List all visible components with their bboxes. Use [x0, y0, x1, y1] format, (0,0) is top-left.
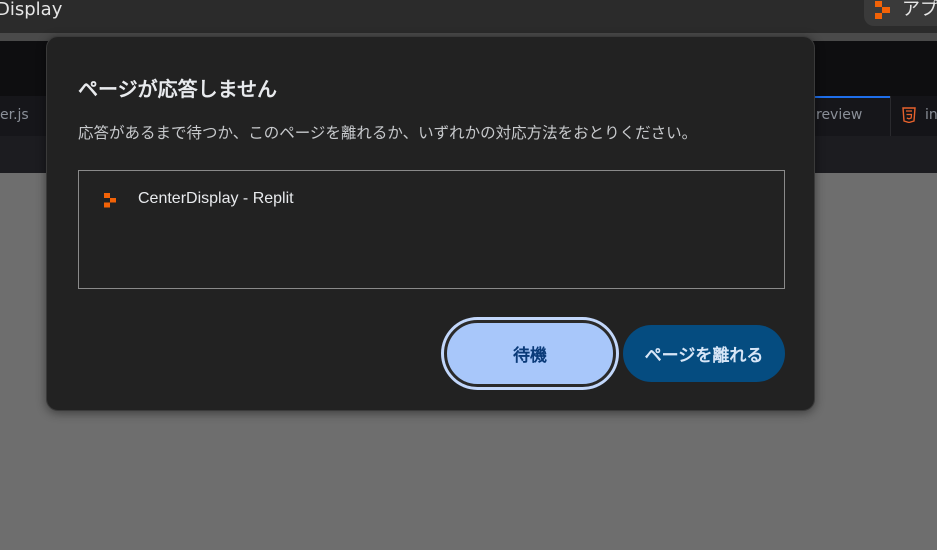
- unresponsive-page-list: CenterDisplay - Replit: [78, 170, 785, 289]
- active-tab-indicator: [810, 96, 892, 98]
- html-file-icon: [902, 107, 916, 123]
- replit-icon: [104, 193, 116, 208]
- dialog-heading: ページが応答しません: [78, 77, 277, 101]
- apps-button[interactable]: アプリ: [864, 0, 937, 26]
- page-unresponsive-dialog: ページが応答しません 応答があるまで待つか、このページを離れるか、いずれかの対応…: [46, 36, 815, 411]
- list-item: CenterDisplay - Replit: [79, 171, 784, 229]
- replit-icon: [875, 1, 890, 19]
- leave-page-button[interactable]: ページを離れる: [623, 325, 785, 382]
- tab-index-html[interactable]: ind: [890, 96, 937, 136]
- dialog-message: 応答があるまで待つか、このページを離れるか、いずれかの対応方法をおとりください。: [78, 124, 698, 142]
- page-title: CenterDisplay - Replit: [138, 190, 294, 207]
- tab-preview[interactable]: review: [816, 107, 862, 123]
- tab-file-js[interactable]: er.js: [0, 107, 29, 123]
- window-title: Display: [0, 0, 63, 20]
- browser-titlebar: Display アプリ: [0, 0, 937, 33]
- tab-index-label: ind: [925, 107, 937, 123]
- apps-label: アプリ: [902, 0, 937, 20]
- wait-button[interactable]: 待機: [444, 320, 616, 387]
